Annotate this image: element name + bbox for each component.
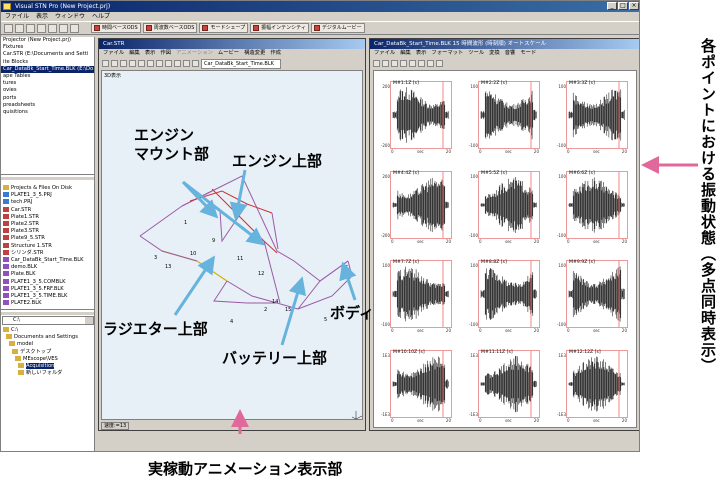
callout-battery-top: バッテリー上部 — [222, 349, 328, 367]
callout-vibration-state: 各ポイントにおける振動状態（多点同時表示） — [699, 38, 717, 374]
callout-engine-mount: エンジン マウント部 — [134, 126, 210, 163]
callout-arrow — [173, 255, 216, 316]
callout-arrow — [339, 261, 357, 301]
callout-arrow — [182, 180, 266, 246]
callout-radiator-top: ラジエター上部 — [103, 320, 208, 338]
callout-engine-top: エンジン上部 — [232, 152, 323, 170]
annotation-arrows — [173, 156, 698, 434]
callout-animation-display: 実稼動アニメーション表示部 — [148, 460, 343, 478]
callout-arrow — [280, 276, 307, 346]
callout-arrow — [229, 169, 248, 221]
callout-body: ボディ — [330, 304, 374, 322]
